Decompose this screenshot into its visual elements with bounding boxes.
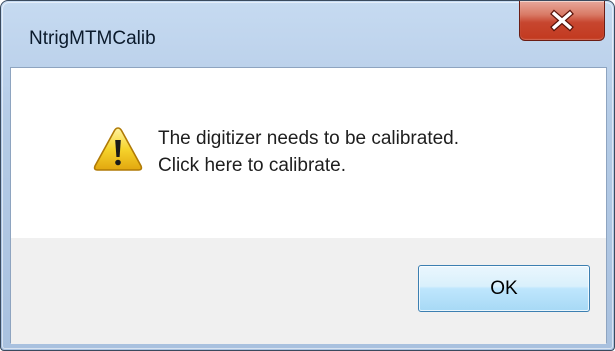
ok-button[interactable]: OK bbox=[418, 265, 590, 312]
dialog-content: The digitizer needs to be calibrated. Cl… bbox=[10, 67, 607, 344]
warning-icon bbox=[93, 127, 143, 171]
message-line-2: Click here to calibrate. bbox=[158, 155, 346, 176]
close-button[interactable] bbox=[519, 1, 605, 41]
calibrate-message-link[interactable]: The digitizer needs to be calibrated. Cl… bbox=[158, 125, 459, 179]
window-title: NtrigMTMCalib bbox=[29, 28, 156, 49]
message-area: The digitizer needs to be calibrated. Cl… bbox=[11, 68, 606, 238]
button-area: OK bbox=[11, 238, 606, 344]
message-line-1: The digitizer needs to be calibrated. bbox=[158, 128, 460, 149]
close-x-icon bbox=[550, 9, 574, 32]
message-dialog-window: NtrigMTMCalib The digitizer needs to be … bbox=[0, 0, 615, 351]
